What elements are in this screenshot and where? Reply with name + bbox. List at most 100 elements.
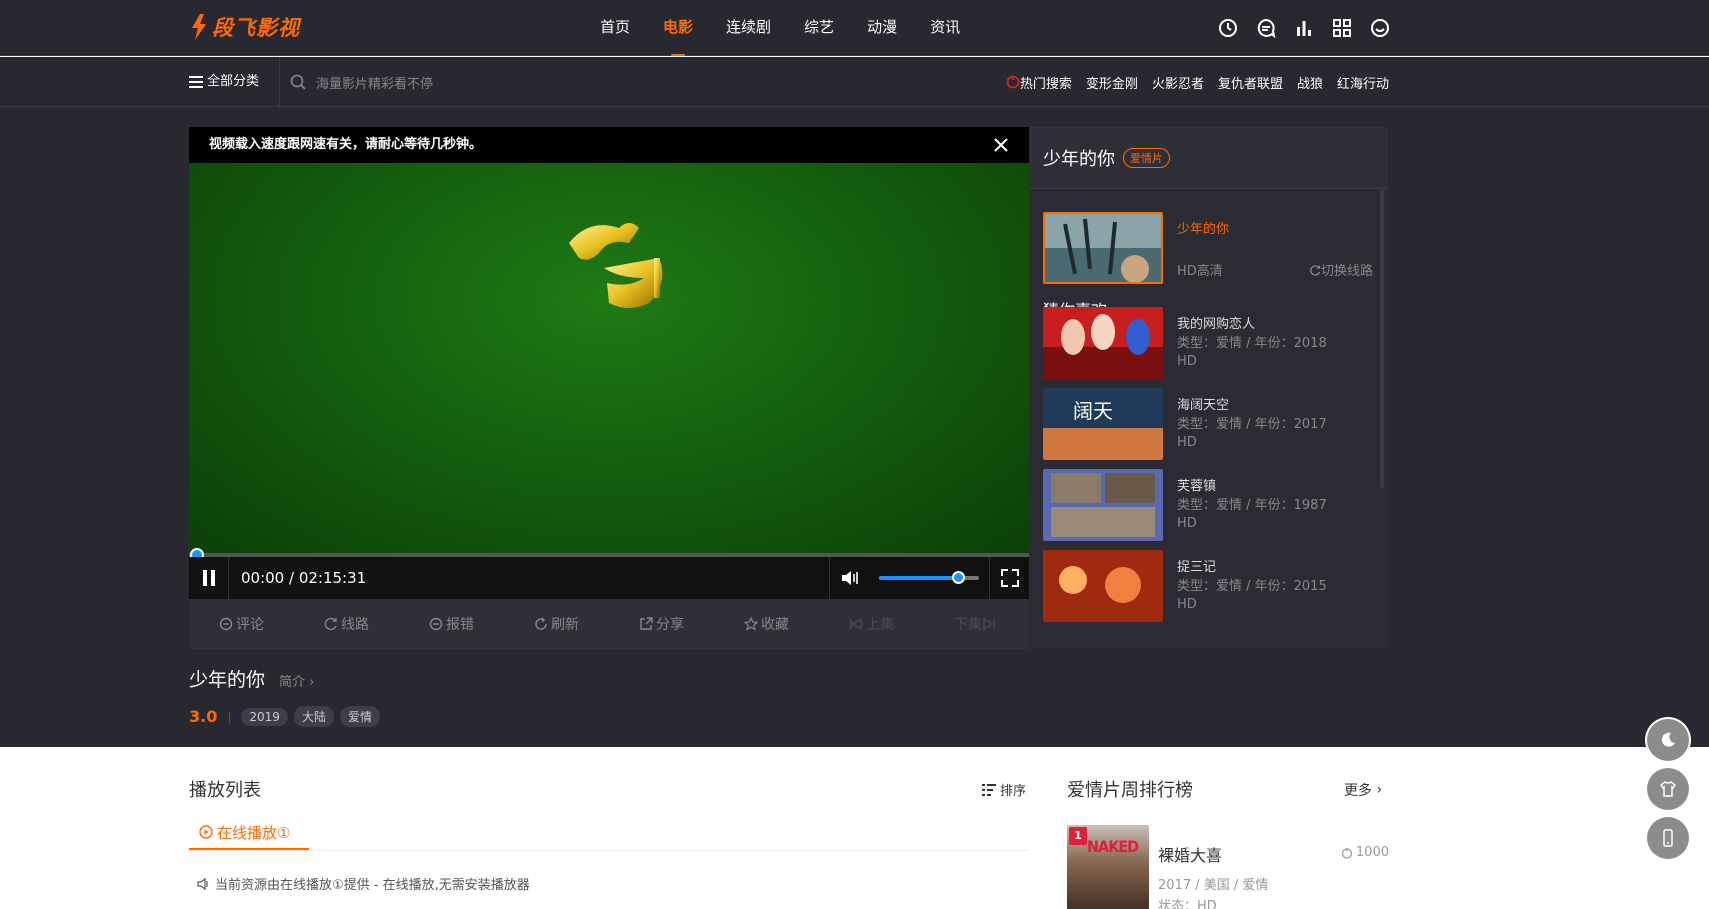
poster-thumbnail[interactable]	[1043, 212, 1163, 284]
notice-text: 视频载入速度跟网速有关，请耐心等待几秒钟。	[209, 137, 483, 152]
star-icon	[744, 617, 758, 631]
ranking-poster[interactable]: 1 NAKED	[1067, 825, 1149, 909]
ranking-hits: 1000	[1341, 845, 1389, 860]
nav-item-home[interactable]: 首页	[600, 0, 630, 56]
user-icon[interactable]	[1368, 16, 1392, 40]
mobile-button[interactable]	[1647, 817, 1689, 859]
hot-search-item[interactable]: 战狼	[1297, 73, 1323, 92]
message-icon[interactable]	[1254, 16, 1278, 40]
rec-thumbnail[interactable]	[1043, 469, 1163, 541]
intro-link[interactable]: 简介 ›	[279, 671, 314, 690]
fire-icon	[1341, 847, 1353, 859]
main-nav: 首页 电影 连续剧 综艺 动漫 资讯	[600, 0, 993, 56]
ranking-title: 爱情片周排行榜	[1067, 780, 1193, 801]
switch-icon	[1310, 264, 1321, 276]
search-box[interactable]: 海量影片精彩看不停	[290, 57, 433, 107]
all-categories-label: 全部分类	[207, 74, 260, 89]
pause-button[interactable]	[189, 557, 229, 599]
report-button[interactable]: 报错	[429, 614, 474, 634]
fullscreen-icon	[1000, 569, 1019, 587]
hot-search: 热门搜索 变形金刚 火影忍者 复仇者联盟 战狼 红海行动	[1006, 57, 1389, 107]
rec-thumbnail[interactable]	[1043, 307, 1163, 379]
nav-item-series[interactable]: 连续剧	[726, 0, 771, 56]
hot-search-label: 热门搜索	[1006, 73, 1072, 92]
rec-item[interactable]: 芙蓉镇 类型：爱情 / 年份：1987 HD	[1043, 469, 1373, 541]
report-icon	[429, 617, 443, 631]
route-button[interactable]: 线路	[324, 614, 369, 634]
side-title: 少年的你	[1043, 148, 1115, 170]
prev-episode-button[interactable]: 上集	[849, 614, 894, 634]
sub-nav: 全部分类 海量影片精彩看不停 热门搜索 变形金刚 火影忍者 复仇者联盟 战狼 红…	[0, 57, 1709, 107]
nav-item-news[interactable]: 资讯	[930, 0, 960, 56]
play-circle-icon	[199, 825, 213, 839]
favorite-button[interactable]: 收藏	[744, 614, 789, 634]
ranking-item[interactable]: 1 NAKED 裸婚大喜 1000 2017 / 美国 / 爱情 状态：HD	[1067, 825, 1389, 909]
rec-thumbnail[interactable]: 阔天	[1043, 388, 1163, 460]
share-button[interactable]: 分享	[639, 614, 684, 634]
tag-genre[interactable]: 爱情	[339, 706, 380, 727]
all-categories-button[interactable]: 全部分类	[189, 57, 259, 107]
nav-item-anime[interactable]: 动漫	[867, 0, 897, 56]
movie-title: 少年的你	[189, 669, 266, 691]
next-episode-button[interactable]: 下集	[954, 614, 999, 634]
search-icon[interactable]	[290, 74, 306, 90]
sort-icon	[982, 783, 996, 796]
comment-icon	[219, 617, 233, 631]
divider	[279, 57, 280, 107]
divider: |	[227, 709, 232, 724]
divider	[189, 850, 1029, 851]
svg-text:阔天: 阔天	[1073, 399, 1113, 423]
prev-icon	[850, 617, 862, 631]
source-note: 当前资源由在线播放①提供 - 在线播放,无需安装播放器	[197, 874, 530, 893]
fire-icon	[1006, 75, 1020, 89]
history-icon[interactable]	[1216, 16, 1240, 40]
search-input[interactable]: 海量影片精彩看不停	[316, 73, 433, 92]
tag-region[interactable]: 大陆	[293, 706, 334, 727]
lightning-icon	[192, 14, 206, 40]
dark-mode-button[interactable]	[1647, 719, 1689, 761]
poster-title: NAKED	[1087, 837, 1139, 856]
ranking-icon[interactable]	[1292, 16, 1316, 40]
volume-level	[879, 576, 959, 580]
moon-icon	[1661, 732, 1675, 747]
rec-item[interactable]: 捉三记 类型：爱情 / 年份：2015 HD	[1043, 550, 1373, 622]
nav-item-variety[interactable]: 综艺	[804, 0, 834, 56]
tag-year[interactable]: 2019	[241, 707, 288, 726]
tab-online-play[interactable]: 在线播放①	[189, 816, 309, 850]
rec-thumbnail[interactable]	[1043, 550, 1163, 622]
phone-icon	[1663, 829, 1673, 847]
comment-button[interactable]: 评论	[219, 614, 264, 634]
refresh-button[interactable]: 刷新	[534, 614, 579, 634]
hot-search-item[interactable]: 红海行动	[1337, 73, 1389, 92]
site-logo[interactable]: 段飞影视	[190, 10, 300, 44]
grid-icon[interactable]	[1330, 16, 1354, 40]
volume-button[interactable]	[829, 557, 869, 599]
more-link[interactable]: 更多 ›	[1344, 780, 1382, 800]
speaker-icon	[197, 877, 208, 890]
scrollbar[interactable]	[1380, 189, 1384, 489]
hot-search-item[interactable]: 火影忍者	[1152, 73, 1204, 92]
menu-icon	[189, 76, 203, 88]
hot-search-item[interactable]: 复仇者联盟	[1218, 73, 1283, 92]
volume-slider[interactable]	[879, 571, 979, 584]
video-player[interactable]: 视频载入速度跟网速有关，请耐心等待几秒钟。 00:00 / 02:15:31	[189, 127, 1029, 599]
sort-button[interactable]: 排序	[982, 780, 1026, 799]
fullscreen-button[interactable]	[989, 557, 1029, 599]
studio-logo	[569, 223, 663, 308]
volume-icon	[841, 571, 858, 585]
player-controls: 00:00 / 02:15:31	[189, 557, 1029, 599]
rec-item[interactable]: 我的网购恋人 类型：爱情 / 年份：2018 HD	[1043, 307, 1373, 379]
refresh-icon	[535, 617, 547, 630]
volume-handle[interactable]	[952, 571, 965, 584]
close-icon[interactable]	[991, 135, 1011, 155]
rec-item[interactable]: 阔天 海阔天空 类型：爱情 / 年份：2017 HD	[1043, 388, 1373, 460]
share-icon	[640, 617, 653, 630]
theme-button[interactable]	[1647, 768, 1689, 810]
current-episode[interactable]: 少年的你 HD高清 切换线路	[1043, 212, 1373, 284]
video-frame[interactable]	[189, 163, 1029, 553]
hot-search-item[interactable]: 变形金刚	[1086, 73, 1138, 92]
time-display: 00:00 / 02:15:31	[241, 569, 367, 587]
nav-item-movie[interactable]: 电影	[663, 0, 693, 56]
switch-route-button[interactable]: 切换线路	[1309, 260, 1373, 279]
next-icon	[983, 617, 995, 631]
